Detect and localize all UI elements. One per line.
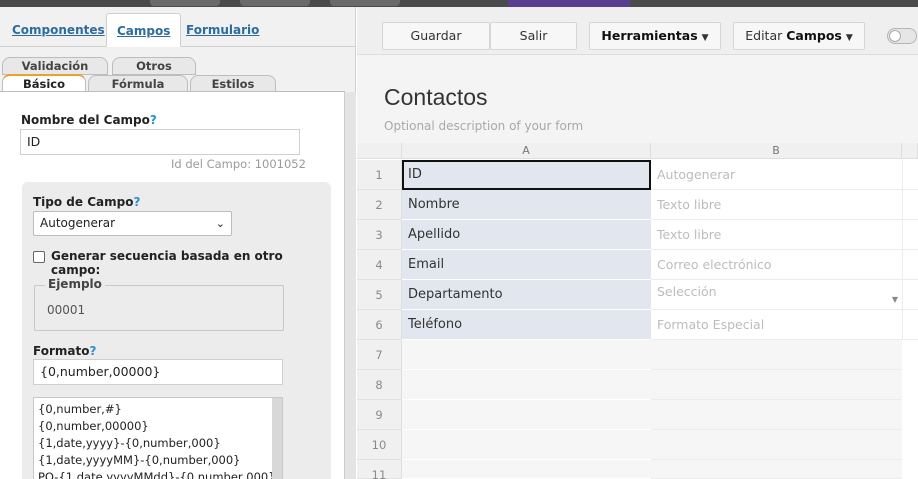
- format-option[interactable]: {0,number,#}: [38, 401, 278, 418]
- tools-label: Herramientas: [601, 28, 698, 43]
- grid-corner: [357, 143, 402, 159]
- field-type-group: Tipo de Campo? Autogenerar ⌄ Generar sec…: [22, 182, 331, 479]
- top-strip-tab[interactable]: [150, 0, 220, 6]
- grid-cell-c[interactable]: [902, 310, 918, 340]
- grid-cell-a[interactable]: [402, 460, 651, 479]
- row-number[interactable]: 11: [357, 460, 402, 479]
- form-description[interactable]: Optional description of your form: [384, 119, 583, 133]
- caret-down-icon: ▼: [701, 33, 709, 43]
- field-type-value: Autogenerar: [40, 216, 116, 230]
- caret-down-icon: ▼: [845, 33, 853, 43]
- grid-cell-b[interactable]: Correo electrónico: [651, 250, 902, 280]
- row-number[interactable]: 3: [357, 220, 402, 250]
- view-toggle[interactable]: [887, 28, 917, 44]
- row-number[interactable]: 10: [357, 430, 402, 460]
- exit-button[interactable]: Salir: [490, 22, 577, 50]
- dropdown-arrow-icon: ▼: [891, 295, 898, 304]
- grid-cell-a[interactable]: [402, 370, 651, 400]
- grid-cell-a[interactable]: Email: [402, 250, 651, 280]
- row-number[interactable]: 8: [357, 370, 402, 400]
- chevron-down-icon: ⌄: [215, 217, 225, 230]
- format-list-scrollbar[interactable]: [272, 398, 282, 479]
- row-number[interactable]: 1: [357, 160, 402, 190]
- toggle-knob: [889, 30, 901, 42]
- grid-cell-c[interactable]: [902, 190, 918, 220]
- panel-scrollbar[interactable]: [344, 92, 356, 479]
- field-name-label: Nombre del Campo?: [21, 113, 157, 127]
- row-number[interactable]: 5: [357, 280, 402, 310]
- grid-cell-a[interactable]: [402, 430, 651, 460]
- format-label: Formato?: [33, 344, 97, 358]
- format-input[interactable]: {0,number,00000}: [33, 359, 283, 385]
- sequence-label: Generar secuencia basada en otro campo:: [51, 249, 283, 277]
- grid-cell-b[interactable]: [651, 370, 902, 400]
- grid-cell-b[interactable]: [651, 400, 902, 430]
- row-number[interactable]: 7: [357, 340, 402, 370]
- field-name-input[interactable]: ID: [20, 129, 300, 155]
- grid-cell-c[interactable]: [902, 160, 918, 190]
- grid-cell-a[interactable]: Nombre: [402, 190, 651, 220]
- row-number[interactable]: 9: [357, 400, 402, 430]
- grid-cell-a[interactable]: ID: [402, 160, 651, 190]
- help-icon[interactable]: ?: [133, 195, 140, 209]
- top-strip-tab[interactable]: [330, 0, 400, 6]
- toolbar: Guardar Salir Herramientas ▼ Editar Campo…: [357, 7, 918, 55]
- subtab-basico[interactable]: Básico: [2, 74, 86, 92]
- column-header[interactable]: A: [402, 143, 651, 159]
- example-value: 00001: [47, 303, 86, 317]
- subtab-otros[interactable]: Otros: [112, 57, 196, 75]
- select-placeholder: Selección: [657, 284, 717, 299]
- row-number[interactable]: 6: [357, 310, 402, 340]
- example-legend: Ejemplo: [45, 277, 105, 291]
- tab-campos[interactable]: Campos: [106, 13, 182, 47]
- row-number[interactable]: 2: [357, 190, 402, 220]
- row-number[interactable]: 4: [357, 250, 402, 280]
- grid-cell-b[interactable]: [651, 340, 902, 370]
- tab-formulario[interactable]: Formulario: [176, 13, 269, 47]
- edit-fields-button[interactable]: Editar Campos ▼: [733, 22, 865, 50]
- grid-cell-a[interactable]: [402, 340, 651, 370]
- grid-cell-c[interactable]: [902, 250, 918, 280]
- grid-cell-a[interactable]: Departamento: [402, 280, 651, 310]
- save-button[interactable]: Guardar: [382, 22, 490, 50]
- column-header[interactable]: B: [651, 143, 902, 159]
- edit-fields-label: Campos: [786, 28, 842, 43]
- top-strip-tab[interactable]: [240, 0, 310, 6]
- grid-cell-b[interactable]: [651, 460, 902, 479]
- grid-cell-a[interactable]: [402, 400, 651, 430]
- sequence-checkbox[interactable]: [33, 251, 45, 263]
- help-icon[interactable]: ?: [150, 113, 157, 127]
- top-strip-active-tab[interactable]: [508, 0, 630, 7]
- grid-cell-a[interactable]: Apellido: [402, 220, 651, 250]
- top-strip: [0, 0, 918, 7]
- grid-cell-b[interactable]: Autogenerar: [651, 160, 902, 190]
- edit-label: Editar: [745, 28, 783, 43]
- format-option[interactable]: {0,number,00000}: [38, 418, 278, 435]
- format-options-list[interactable]: {0,number,#} {0,number,00000} {1,date,yy…: [33, 397, 283, 479]
- grid-cell-b[interactable]: Texto libre: [651, 190, 902, 220]
- form-title[interactable]: Contactos: [384, 84, 488, 111]
- properties-panel: Componentes Campos Formulario Validación…: [0, 7, 356, 479]
- format-option[interactable]: {1,date,yyyyMM}-{0,number,000}: [38, 452, 278, 469]
- tools-menu-button[interactable]: Herramientas ▼: [589, 22, 721, 50]
- grid-cell-c[interactable]: [902, 220, 918, 250]
- grid-cell-b[interactable]: [651, 430, 902, 460]
- field-type-label: Tipo de Campo?: [33, 195, 141, 209]
- form-editor: Guardar Salir Herramientas ▼ Editar Campo…: [357, 7, 918, 479]
- grid-cell-a[interactable]: Teléfono: [402, 310, 651, 340]
- grid-cell-b[interactable]: Selección ▼: [651, 280, 902, 310]
- format-option[interactable]: PO-{1,date,yyyyMMdd}-{0,number,000}: [38, 469, 278, 479]
- grid-cell-b[interactable]: Texto libre: [651, 220, 902, 250]
- column-header-extra: [902, 143, 918, 159]
- subtab-validacion[interactable]: Validación: [2, 57, 108, 75]
- field-id-hint: Id del Campo: 1001052: [171, 157, 306, 171]
- panel-tabs: Componentes Campos Formulario: [0, 7, 356, 47]
- field-type-select[interactable]: Autogenerar ⌄: [33, 211, 232, 236]
- format-option[interactable]: {1,date,yyyy}-{0,number,000}: [38, 435, 278, 452]
- grid-cell-c[interactable]: [902, 280, 918, 310]
- tab-componentes[interactable]: Componentes: [2, 13, 115, 47]
- form-grid: A B 1 ID Autogenerar 2 Nombre Texto libr…: [357, 143, 918, 479]
- grid-cell-b[interactable]: Formato Especial: [651, 310, 902, 340]
- help-icon[interactable]: ?: [89, 344, 96, 358]
